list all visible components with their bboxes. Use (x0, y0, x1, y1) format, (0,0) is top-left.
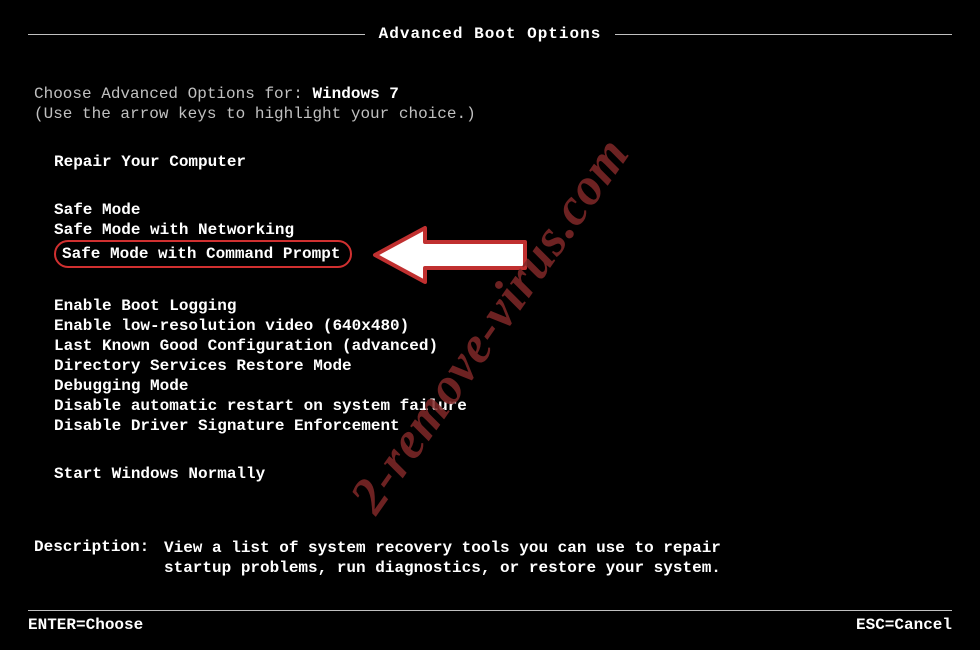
option-repair[interactable]: Repair Your Computer (54, 152, 952, 172)
option-disable-auto-restart[interactable]: Disable automatic restart on system fail… (54, 396, 952, 416)
screen-title-bar: Advanced Boot Options (28, 24, 952, 44)
option-safe-mode-networking[interactable]: Safe Mode with Networking (54, 220, 952, 240)
option-disable-driver-sig[interactable]: Disable Driver Signature Enforcement (54, 416, 952, 436)
boot-options-screen: Advanced Boot Options Choose Advanced Op… (28, 24, 952, 632)
option-boot-logging[interactable]: Enable Boot Logging (54, 296, 952, 316)
description-label: Description: (34, 538, 164, 578)
content-area: Choose Advanced Options for: Windows 7 (… (28, 44, 952, 578)
option-start-normally[interactable]: Start Windows Normally (54, 464, 952, 484)
footer-bar: ENTER=Choose ESC=Cancel (28, 610, 952, 632)
description-text: View a list of system recovery tools you… (164, 538, 724, 578)
footer-enter: ENTER=Choose (28, 616, 143, 634)
choose-line: Choose Advanced Options for: Windows 7 (34, 84, 952, 104)
option-safe-mode-command-prompt[interactable]: Safe Mode with Command Prompt (54, 240, 952, 268)
option-safe-mode[interactable]: Safe Mode (54, 200, 952, 220)
choose-prefix: Choose Advanced Options for: (34, 85, 312, 103)
footer-esc: ESC=Cancel (856, 616, 952, 634)
description-block: Description: View a list of system recov… (34, 538, 952, 578)
screen-title: Advanced Boot Options (379, 25, 602, 43)
option-debugging[interactable]: Debugging Mode (54, 376, 952, 396)
os-name: Windows 7 (312, 85, 398, 103)
hint-line: (Use the arrow keys to highlight your ch… (34, 104, 952, 124)
option-last-known-good[interactable]: Last Known Good Configuration (advanced) (54, 336, 952, 356)
options-list[interactable]: Repair Your Computer Safe Mode Safe Mode… (54, 152, 952, 484)
option-ds-restore[interactable]: Directory Services Restore Mode (54, 356, 952, 376)
selected-highlight: Safe Mode with Command Prompt (54, 240, 352, 268)
option-low-res-video[interactable]: Enable low-resolution video (640x480) (54, 316, 952, 336)
